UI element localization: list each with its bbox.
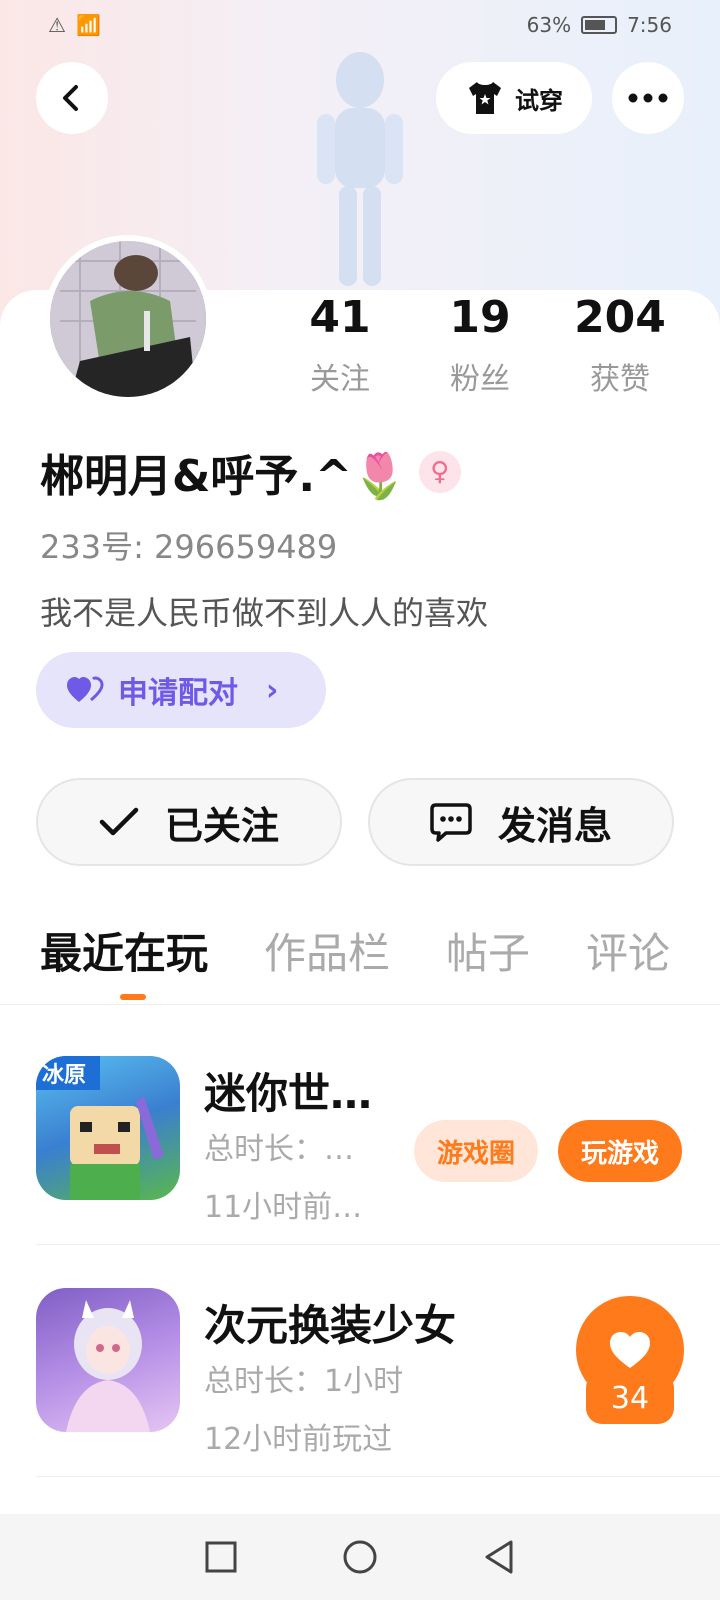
stat-followers[interactable]: 19 粉丝 (410, 290, 550, 398)
back-button[interactable] (36, 62, 108, 134)
status-bar: ⚠ 📶 63% 7:56 (0, 0, 720, 50)
tab-recently-played[interactable]: 最近在玩 (40, 920, 208, 981)
clock: 7:56 (627, 13, 672, 37)
profile-tabs: 最近在玩 作品栏 帖子 评论 (40, 920, 670, 981)
chat-bubble-icon (430, 803, 472, 842)
game-name: 次元换装少女 (204, 1301, 457, 1350)
stat-value: 204 (574, 292, 666, 343)
stat-likes[interactable]: 204 获赞 (550, 290, 690, 398)
game-icon-text: 冰原 (42, 1063, 86, 1088)
more-dots-icon (628, 93, 668, 103)
heart-icon (610, 1332, 650, 1368)
home-icon[interactable] (342, 1539, 378, 1575)
game-list-item[interactable]: 冰原 迷你世… 总时长：… 11小时前… 游戏圈 玩游戏 (36, 1056, 720, 1226)
chevron-right-icon: › (266, 672, 279, 708)
game-circle-button[interactable]: 游戏圈 (414, 1120, 538, 1182)
divider (0, 1004, 720, 1005)
user-bio: 我不是人民币做不到人人的喜欢 (40, 594, 489, 632)
send-message-button[interactable]: 发消息 (368, 778, 674, 866)
wifi-icon: 📶 (75, 13, 101, 37)
game-last-played: 12小时前玩过 (204, 1422, 393, 1457)
send-message-label: 发消息 (497, 803, 612, 848)
back-nav-icon[interactable] (482, 1539, 516, 1575)
recent-apps-icon[interactable] (204, 1540, 238, 1574)
profile-stats: 41 关注 19 粉丝 204 获赞 (270, 290, 690, 398)
avatar-figure-illustration (317, 52, 403, 286)
tab-works[interactable]: 作品栏 (264, 920, 390, 981)
game-last-played: 11小时前… (204, 1190, 363, 1225)
more-button[interactable] (612, 62, 684, 134)
username-row: 郴明月&呼予.^🌷 ♀ (40, 440, 461, 504)
alert-icon: ⚠ (48, 13, 66, 37)
game-duration: 总时长：… (204, 1132, 354, 1167)
followed-button[interactable]: 已关注 (36, 778, 342, 866)
followed-label: 已关注 (164, 803, 279, 848)
username: 郴明月&呼予.^🌷 (40, 451, 407, 502)
game-icon-mini-world: 冰原 (36, 1056, 180, 1200)
stat-label: 关注 (310, 362, 370, 397)
play-game-button[interactable]: 玩游戏 (558, 1120, 682, 1182)
divider (36, 1476, 720, 1477)
checkmark-icon (99, 807, 139, 836)
apply-pair-button[interactable]: 申请配对 › (36, 652, 326, 728)
avatar-image (50, 241, 206, 397)
stat-value: 41 (309, 292, 371, 343)
game-icon-dress-up-girl (36, 1288, 180, 1432)
double-heart-icon (67, 676, 104, 702)
try-on-label: 试穿 (515, 86, 563, 115)
like-button[interactable]: 34 (576, 1296, 684, 1430)
tab-posts[interactable]: 帖子 (446, 920, 530, 981)
user-id: 233号: 296659489 (40, 528, 338, 566)
female-icon: ♀ (418, 451, 461, 493)
like-count: 34 (586, 1372, 674, 1424)
stat-following[interactable]: 41 关注 (270, 290, 410, 398)
avatar[interactable] (44, 235, 212, 403)
game-duration: 总时长：1小时 (204, 1364, 404, 1399)
battery-percent: 63% (526, 13, 572, 37)
stat-label: 获赞 (590, 362, 650, 397)
system-navigation-bar (0, 1514, 720, 1600)
tshirt-icon (469, 82, 501, 114)
game-name: 迷你世… (204, 1069, 373, 1118)
tab-comments[interactable]: 评论 (586, 920, 670, 981)
chevron-left-icon (63, 85, 78, 111)
stat-value: 19 (449, 292, 511, 343)
apply-pair-label: 申请配对 (118, 676, 238, 711)
divider (36, 1244, 720, 1245)
stat-label: 粉丝 (450, 362, 510, 397)
battery-icon (581, 16, 618, 34)
active-tab-indicator (120, 994, 146, 1000)
try-on-button[interactable]: 试穿 (436, 62, 592, 134)
